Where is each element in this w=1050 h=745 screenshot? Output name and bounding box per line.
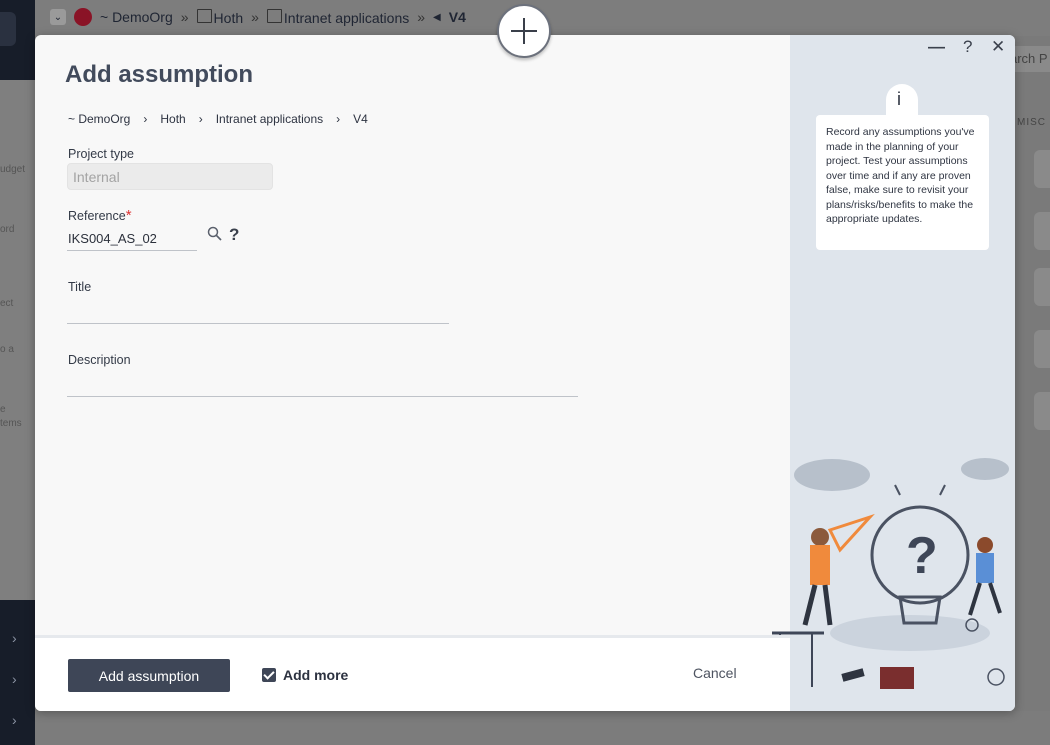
breadcrumb-item-hoth[interactable]: Hoth	[196, 8, 244, 26]
description-input[interactable]	[67, 396, 578, 397]
assumption-illustration: ?	[772, 458, 1009, 689]
chevron-right-icon[interactable]: ›	[12, 630, 17, 646]
dialog-title: Add assumption	[65, 61, 254, 88]
breadcrumb-label: Hoth	[213, 9, 244, 26]
book-icon	[266, 8, 282, 23]
chevron-right-icon: ›	[143, 112, 148, 126]
required-marker: *	[125, 207, 132, 224]
close-icon[interactable]: ✕	[991, 37, 1005, 57]
help-icon[interactable]: ?	[229, 225, 239, 245]
left-nav-bottom: › › ›	[0, 600, 35, 745]
misc-section-label: MISC	[1017, 117, 1046, 128]
breadcrumb-item[interactable]: V4	[353, 112, 368, 126]
dialog-breadcrumb: ~ DemoOrg › Hoth › Intranet applications…	[68, 112, 368, 126]
breadcrumb-org[interactable]: ~ DemoOrg	[68, 112, 130, 126]
nav-snippet: o a	[0, 344, 14, 355]
breadcrumb-separator: »	[417, 9, 426, 25]
title-input[interactable]	[67, 323, 449, 324]
add-assumption-button[interactable]: Add assumption	[68, 659, 230, 692]
left-nav: › › ›	[0, 0, 35, 745]
left-nav-top	[0, 0, 35, 80]
breadcrumb-separator: »	[251, 9, 259, 25]
svg-text:?: ?	[906, 527, 938, 585]
nav-snippet: tems	[0, 418, 22, 429]
chevron-right-icon: ›	[198, 112, 203, 126]
dialog-footer: Add assumption Add more Cancel	[35, 635, 790, 711]
add-assumption-dialog: Add assumption ~ DemoOrg › Hoth › Intran…	[35, 35, 1015, 711]
breadcrumb-item[interactable]: Intranet applications	[216, 112, 323, 126]
description-label: Description	[68, 353, 131, 367]
breadcrumb-separator: »	[180, 9, 189, 25]
title-label: Title	[68, 280, 92, 294]
org-logo-icon	[74, 8, 92, 26]
reference-label: Reference*	[68, 207, 132, 224]
nav-snippet: e	[0, 404, 6, 415]
caret-left-icon[interactable]: ◀	[433, 12, 441, 23]
reference-input[interactable]: IKS004_AS_02	[67, 227, 197, 251]
book-icon	[196, 8, 212, 23]
background-strip	[35, 711, 1050, 745]
project-type-field: Internal	[67, 163, 273, 190]
breadcrumb-item[interactable]: Hoth	[160, 112, 185, 126]
side-tile[interactable]	[1034, 150, 1050, 188]
add-more-label[interactable]: Add more	[283, 667, 348, 683]
info-tooltip: Record any assumptions you've made in th…	[816, 115, 989, 250]
breadcrumb-label: Intranet applications	[283, 9, 410, 26]
breadcrumb-item-intranet[interactable]: Intranet applications	[266, 8, 410, 26]
info-panel: — ? ✕ i Record any assumptions you've ma…	[772, 35, 1015, 711]
chevron-down-icon[interactable]: ⌄	[50, 9, 66, 25]
breadcrumb-org[interactable]: ~ DemoOrg	[100, 9, 173, 25]
nav-snippet: ord	[0, 224, 15, 235]
nav-snippet: ect	[0, 298, 14, 309]
add-item-button[interactable]	[497, 4, 551, 58]
reference-label-text: Reference	[68, 209, 126, 223]
search-icon[interactable]	[206, 225, 224, 243]
info-icon: i	[897, 89, 901, 109]
breadcrumb-current: V4	[448, 9, 466, 25]
minimize-icon[interactable]: —	[928, 37, 945, 57]
chevron-right-icon[interactable]: ›	[12, 712, 17, 728]
project-type-label: Project type	[68, 147, 135, 161]
side-tile[interactable]	[1034, 392, 1050, 430]
form-area: Add assumption ~ DemoOrg › Hoth › Intran…	[35, 35, 790, 635]
nav-pill	[0, 12, 16, 46]
help-icon[interactable]: ?	[963, 37, 972, 57]
cancel-button[interactable]: Cancel	[693, 665, 737, 681]
side-tile[interactable]	[1034, 268, 1050, 306]
app-breadcrumb: ⌄ ~ DemoOrg » Hoth » Intranet applicatio…	[50, 6, 466, 28]
nav-snippet: udget	[0, 164, 26, 175]
chevron-right-icon: ›	[336, 112, 341, 126]
add-more-checkbox[interactable]	[262, 668, 276, 682]
chevron-right-icon[interactable]: ›	[12, 671, 17, 687]
side-tile[interactable]	[1034, 212, 1050, 250]
side-tile[interactable]	[1034, 330, 1050, 368]
